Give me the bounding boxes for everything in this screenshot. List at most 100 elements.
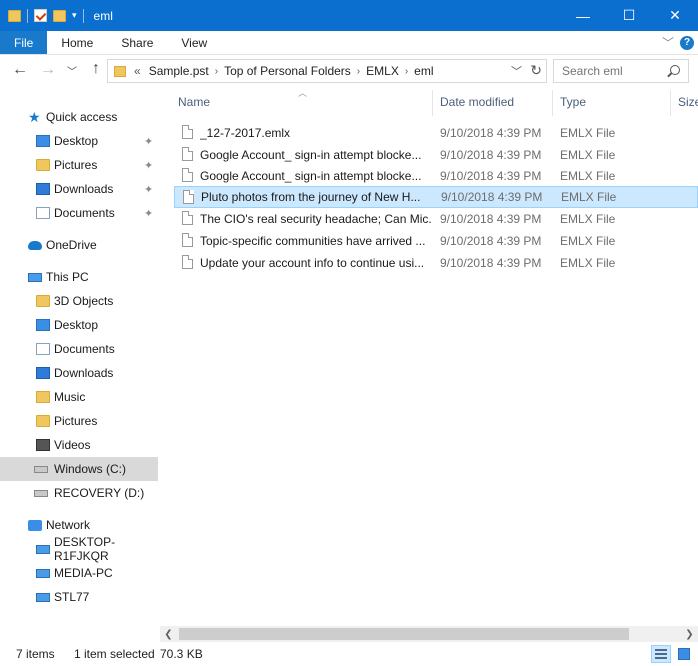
- cloud-icon: [28, 241, 42, 250]
- sidebar-item-network[interactable]: Network: [0, 513, 158, 537]
- sidebar-item-3d-objects[interactable]: 3D Objects: [0, 289, 158, 313]
- breadcrumb-separator[interactable]: ›: [405, 66, 408, 77]
- computer-icon: [28, 273, 42, 282]
- address-bar[interactable]: « Sample.pst › Top of Personal Folders ›…: [107, 59, 547, 83]
- breadcrumb-emlx[interactable]: EMLX: [366, 64, 399, 78]
- file-type: EMLX File: [560, 147, 616, 162]
- recent-locations-icon[interactable]: ﹀: [60, 63, 84, 78]
- file-row-selected[interactable]: Pluto photos from the journey of New H..…: [174, 186, 698, 208]
- downloads-folder-icon: [36, 367, 50, 379]
- sidebar-item-quick-pictures[interactable]: Pictures ✦: [0, 153, 158, 177]
- folder-icon: [8, 9, 21, 22]
- sidebar-item-label: This PC: [46, 270, 89, 284]
- pin-icon[interactable]: ✦: [144, 183, 153, 196]
- file-row[interactable]: Update your account info to continue usi…: [174, 252, 698, 273]
- tab-home[interactable]: Home: [47, 31, 107, 54]
- breadcrumb-separator[interactable]: ›: [215, 66, 218, 77]
- expand-ribbon-icon[interactable]: ﹀: [662, 34, 674, 51]
- breadcrumb-separator[interactable]: ›: [357, 66, 360, 77]
- horizontal-scrollbar[interactable]: ❮ ❯: [160, 626, 698, 642]
- minimize-button[interactable]: —: [560, 0, 606, 31]
- forward-arrow-icon[interactable]: →: [36, 61, 60, 79]
- up-arrow-icon[interactable]: ↑: [84, 60, 108, 78]
- file-row[interactable]: Google Account_ sign-in attempt blocke..…: [174, 144, 698, 165]
- large-icons-view-button[interactable]: [674, 645, 694, 663]
- file-name: Google Account_ sign-in attempt blocke..…: [200, 168, 422, 183]
- scrollbar-thumb[interactable]: [179, 628, 629, 640]
- close-button[interactable]: ✕: [652, 0, 698, 31]
- network-icon: [28, 520, 42, 531]
- sidebar-item-this-pc[interactable]: This PC: [0, 265, 158, 289]
- sidebar-item-label: Quick access: [46, 110, 118, 124]
- pictures-folder-icon: [36, 415, 50, 427]
- maximize-button[interactable]: ☐: [606, 0, 652, 31]
- sidebar-item-documents[interactable]: Documents: [0, 337, 158, 361]
- sidebar-item-label: Music: [54, 390, 86, 404]
- column-header-size[interactable]: Size: [678, 87, 698, 117]
- scroll-right-icon[interactable]: ❯: [681, 626, 698, 642]
- pin-icon[interactable]: ✦: [144, 207, 153, 220]
- column-header-date-modified[interactable]: Date modified: [440, 87, 514, 117]
- sidebar-item-stl77[interactable]: STL77: [0, 585, 158, 609]
- sidebar-item-downloads[interactable]: Downloads: [0, 361, 158, 385]
- back-arrow-icon[interactable]: ←: [8, 61, 32, 79]
- documents-folder-icon: [36, 343, 50, 355]
- sidebar-item-recovery-d[interactable]: RECOVERY (D:): [0, 481, 158, 505]
- sidebar-item-onedrive[interactable]: OneDrive: [0, 233, 158, 257]
- sidebar-item-music[interactable]: Music: [0, 385, 158, 409]
- customize-toolbar-icon[interactable]: ▾: [72, 10, 77, 21]
- file-row[interactable]: Google Account_ sign-in attempt blocke..…: [174, 165, 698, 186]
- item-count: 7 items: [16, 647, 55, 661]
- tab-view[interactable]: View: [167, 31, 221, 54]
- breadcrumb-eml[interactable]: eml: [414, 64, 433, 78]
- downloads-folder-icon: [36, 183, 50, 195]
- sidebar-item-quick-desktop[interactable]: Desktop ✦: [0, 129, 158, 153]
- search-box[interactable]: [553, 59, 689, 83]
- help-icon[interactable]: ?: [680, 35, 694, 50]
- sidebar-item-quick-access[interactable]: ★ Quick access: [0, 105, 158, 129]
- file-type: EMLX File: [560, 125, 616, 140]
- video-icon: [36, 439, 50, 451]
- sidebar-item-media-pc[interactable]: MEDIA-PC: [0, 561, 158, 585]
- sidebar-item-desktop-r1fjkqr[interactable]: DESKTOP-R1FJKQR: [0, 535, 158, 563]
- column-divider[interactable]: [670, 90, 671, 116]
- navigation-pane: ★ Quick access Desktop ✦ Pictures ✦ Down…: [0, 87, 160, 642]
- column-divider[interactable]: [552, 90, 553, 116]
- sidebar-item-quick-downloads[interactable]: Downloads ✦: [0, 177, 158, 201]
- search-input[interactable]: [562, 64, 662, 78]
- sidebar-item-label: OneDrive: [46, 238, 97, 252]
- column-divider[interactable]: [432, 90, 433, 116]
- file-date: 9/10/2018 4:39 PM: [440, 233, 542, 248]
- overflow-chevron-icon[interactable]: «: [134, 64, 141, 78]
- scroll-left-icon[interactable]: ❮: [160, 626, 177, 642]
- file-date: 9/10/2018 4:39 PM: [440, 211, 542, 226]
- tab-share[interactable]: Share: [107, 31, 167, 54]
- pictures-folder-icon: [36, 159, 50, 171]
- computer-icon: [36, 569, 50, 578]
- column-header-name[interactable]: Name: [178, 87, 210, 117]
- file-name: Pluto photos from the journey of New H..…: [201, 190, 421, 204]
- sidebar-item-desktop[interactable]: Desktop: [0, 313, 158, 337]
- sort-ascending-icon: ︿: [298, 88, 308, 98]
- file-date: 9/10/2018 4:39 PM: [440, 255, 542, 270]
- details-view-button[interactable]: [651, 645, 671, 663]
- sidebar-item-quick-documents[interactable]: Documents ✦: [0, 201, 158, 225]
- sidebar-item-windows-c[interactable]: Windows (C:): [0, 457, 158, 481]
- properties-icon[interactable]: [34, 9, 47, 22]
- pin-icon[interactable]: ✦: [144, 159, 153, 172]
- refresh-icon[interactable]: ↻: [530, 62, 542, 79]
- address-dropdown-icon[interactable]: ﹀: [511, 63, 522, 79]
- new-folder-icon[interactable]: [53, 9, 66, 22]
- file-row[interactable]: Topic-specific communities have arrived …: [174, 230, 698, 251]
- sidebar-item-label: 3D Objects: [54, 294, 114, 308]
- file-row[interactable]: _12-7-2017.emlx 9/10/2018 4:39 PM EMLX F…: [174, 122, 698, 143]
- breadcrumb-sample-pst[interactable]: Sample.pst: [149, 64, 209, 78]
- column-header-type[interactable]: Type: [560, 87, 586, 117]
- file-row[interactable]: The CIO's real security headache; Can Mi…: [174, 208, 698, 229]
- breadcrumb-top-of-personal-folders[interactable]: Top of Personal Folders: [224, 64, 351, 78]
- pin-icon[interactable]: ✦: [144, 135, 153, 148]
- tab-file[interactable]: File: [0, 31, 48, 54]
- sidebar-item-pictures[interactable]: Pictures: [0, 409, 158, 433]
- sidebar-item-videos[interactable]: Videos: [0, 433, 158, 457]
- search-icon[interactable]: [670, 65, 680, 75]
